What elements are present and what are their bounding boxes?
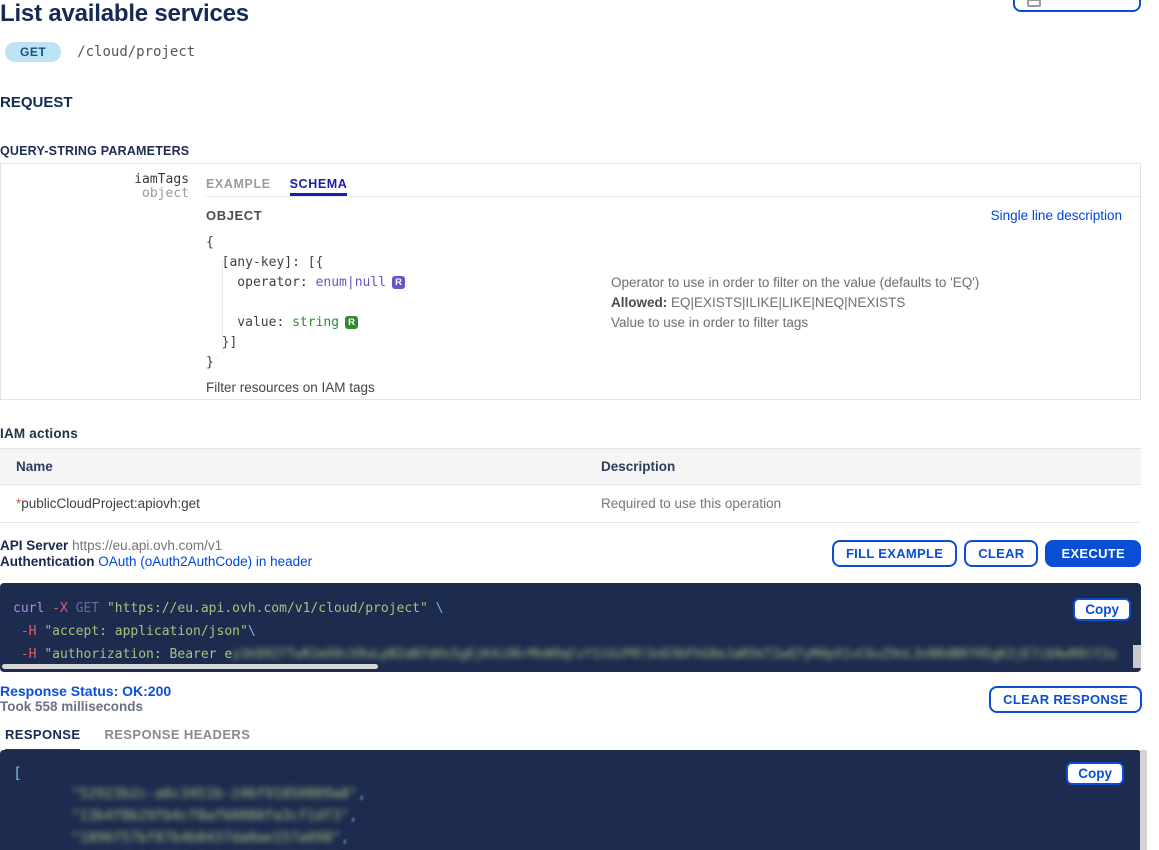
request-action-buttons: FILL EXAMPLE CLEAR EXECUTE — [832, 540, 1141, 567]
param-description: Filter resources on IAM tags — [206, 380, 1140, 395]
schema-line-close-inner: }] — [206, 333, 611, 353]
curl-line-3: -H "authorization: Bearer ey3kQ9ZfTwR1mX… — [13, 643, 1141, 666]
param-name: iamTags — [1, 173, 189, 187]
authentication-line: Authentication OAuth (oAuth2AuthCode) in… — [0, 554, 312, 569]
server-info: API Server https://eu.api.ovh.com/v1 Aut… — [0, 538, 312, 570]
list-item: "13b4f8b29fb4cf8af60080fa3cf1df3", — [13, 805, 1141, 827]
iam-col-description: Description — [585, 459, 1141, 474]
operator-description: Operator to use in order to filter on th… — [611, 273, 1140, 293]
curl-line-2: -H "accept: application/json"\ — [13, 620, 1141, 643]
allowed-values-line: Allowed: EQ|EXISTS|ILIKE|LIKE|NEQ|NEXIST… — [611, 293, 1140, 313]
console-icon — [1027, 0, 1041, 7]
tab-schema[interactable]: SCHEMA — [290, 177, 348, 196]
object-row: OBJECT Single line description — [206, 208, 1140, 223]
value-type: string — [292, 315, 339, 330]
response-tabs: RESPONSE RESPONSE HEADERS — [5, 727, 250, 752]
response-status: Response Status: OK:200 — [0, 683, 171, 699]
iam-actions-table: Name Description *publicCloudProject:api… — [0, 448, 1141, 523]
tab-response-headers[interactable]: RESPONSE HEADERS — [104, 727, 250, 752]
oauth-link[interactable]: OAuth (oAuth2AuthCode) in header — [98, 554, 312, 569]
schema-body: { [any-key]: [{ operator: enum|nullR Ope… — [206, 233, 1140, 395]
iam-table-header: Name Description — [0, 448, 1141, 485]
http-method-badge: GET — [5, 42, 61, 62]
value-key: value: — [206, 315, 292, 330]
schema-line-close: } — [206, 353, 611, 373]
copy-curl-button[interactable]: Copy — [1073, 598, 1131, 621]
list-item: "52923b2c-a6c3451b-246f91850809a8", — [13, 783, 1141, 805]
query-params-heading: QUERY-STRING PARAMETERS — [0, 144, 189, 158]
response-vertical-scrollbar[interactable] — [1140, 750, 1147, 850]
api-server-line: API Server https://eu.api.ovh.com/v1 — [0, 538, 312, 553]
curl-code-block: curl -X GET "https://eu.api.ovh.com/v1/c… — [0, 583, 1141, 672]
request-section-heading: REQUEST — [0, 94, 73, 111]
allowed-label: Allowed: — [611, 295, 667, 310]
page-title: List available services — [0, 0, 249, 28]
response-open-bracket: [ — [13, 763, 1141, 783]
schema-line-open: { — [206, 233, 611, 253]
list-item: "1896f57bf87b4b8437da8ae157a098", — [13, 827, 1141, 849]
curl-line-1: curl -X GET "https://eu.api.ovh.com/v1/c… — [13, 597, 1141, 620]
schema-object-type-label: OBJECT — [206, 208, 262, 223]
iam-action-name: *publicCloudProject:apiovh:get — [0, 496, 585, 511]
required-badge-icon: R — [392, 276, 405, 289]
single-line-description-link[interactable]: Single line description — [991, 208, 1122, 223]
response-body-block: [ "52923b2c-a6c3451b-246f91850809a8", "1… — [0, 750, 1141, 850]
redacted-bearer-token: y3kQ9ZfTwR1mX0cV8uLpB2aN7dHs5gEjK4iO6rMx… — [232, 647, 1116, 662]
api-console-page: List available services GET /cloud/proje… — [0, 0, 1159, 850]
schema-tabs: EXAMPLE SCHEMA — [206, 164, 1140, 197]
endpoint-path: /cloud/project — [77, 44, 195, 60]
param-schema-panel: iamTags object EXAMPLE SCHEMA OBJECT Sin… — [0, 163, 1141, 400]
horizontal-scrollbar-thumb[interactable] — [2, 664, 378, 669]
api-server-label: API Server — [0, 538, 68, 553]
allowed-values: EQ|EXISTS|ILIKE|LIKE|NEQ|NEXISTS — [667, 295, 905, 310]
copy-response-button[interactable]: Copy — [1066, 762, 1124, 785]
schema-line-operator: operator: enum|nullR — [206, 273, 611, 293]
schema-line-value: value: string R — [206, 313, 611, 333]
vertical-scrollbar-thumb[interactable] — [1133, 645, 1141, 668]
iam-actions-heading: IAM actions — [0, 426, 78, 441]
endpoint-row: GET /cloud/project — [5, 42, 195, 62]
response-duration: Took 558 milliseconds — [0, 699, 171, 715]
response-status-block: Response Status: OK:200 Took 558 millise… — [0, 683, 171, 715]
fill-example-button[interactable]: FILL EXAMPLE — [832, 540, 957, 567]
schema-line-anykey: [any-key]: [{ — [206, 253, 611, 273]
table-row: *publicCloudProject:apiovh:get Required … — [0, 485, 1141, 523]
param-type: object — [1, 187, 189, 201]
authentication-label: Authentication — [0, 554, 95, 569]
param-label-column: iamTags object — [1, 173, 198, 201]
tab-response[interactable]: RESPONSE — [5, 727, 80, 752]
tab-example[interactable]: EXAMPLE — [206, 177, 271, 196]
iam-action-description: Required to use this operation — [585, 496, 1141, 511]
execute-button[interactable]: EXECUTE — [1045, 540, 1141, 567]
param-panel-main: EXAMPLE SCHEMA OBJECT Single line descri… — [206, 164, 1140, 399]
required-badge-icon: R — [345, 316, 358, 329]
operator-type: enum|null — [316, 275, 386, 290]
schema-code-grid: { [any-key]: [{ operator: enum|nullR Ope… — [206, 233, 1140, 373]
value-description: Value to use in order to filter tags — [611, 313, 1140, 333]
clear-response-button[interactable]: CLEAR RESPONSE — [989, 686, 1142, 713]
clear-button[interactable]: CLEAR — [964, 540, 1038, 567]
header-action-button[interactable] — [1013, 0, 1141, 12]
indent-guide — [222, 261, 223, 353]
iam-col-name: Name — [0, 459, 585, 474]
api-server-url: https://eu.api.ovh.com/v1 — [72, 538, 222, 553]
